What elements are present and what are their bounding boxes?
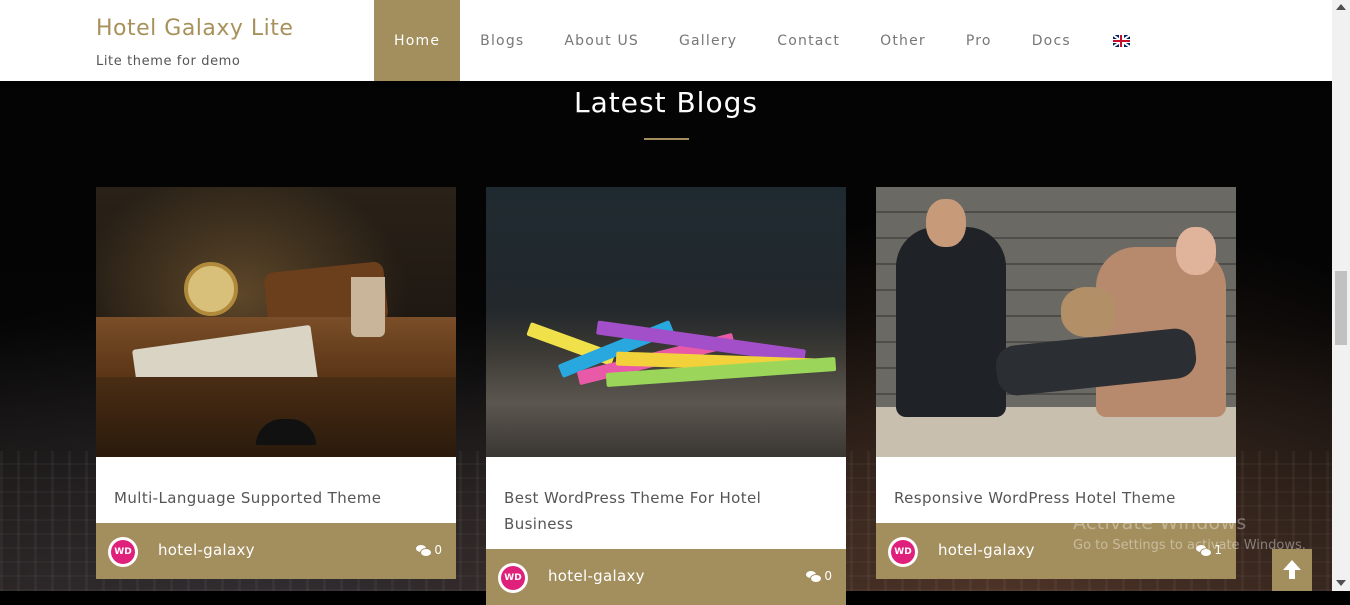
avatar[interactable]: WD [888, 537, 918, 567]
blog-author[interactable]: hotel-galaxy [158, 541, 255, 559]
section-title: Latest Blogs [574, 86, 758, 119]
arrow-up-icon [1282, 560, 1302, 580]
activation-watermark-subtitle: Go to Settings to activate Windows. [1073, 538, 1306, 553]
page-scrollbar[interactable] [1332, 0, 1350, 591]
back-to-top-button[interactable] [1272, 549, 1312, 591]
scroll-down-arrow-icon[interactable] [1336, 580, 1346, 586]
nav-item-pro[interactable]: Pro [946, 0, 1012, 81]
blog-title[interactable]: Multi-Language Supported Theme [114, 457, 438, 523]
activation-watermark-title: Activate Windows [1073, 512, 1247, 534]
avatar[interactable]: WD [498, 563, 528, 593]
site-header: Hotel Galaxy Lite Lite theme for demo Ho… [0, 0, 1332, 81]
avatar-text: WD [111, 540, 135, 564]
blog-card: Best WordPress Theme For Hotel Business … [486, 187, 846, 605]
comments-icon [416, 544, 433, 557]
avatar[interactable]: WD [108, 537, 138, 567]
nav-item-other[interactable]: Other [860, 0, 946, 81]
nav-item-blogs[interactable]: Blogs [460, 0, 544, 81]
nav-item-contact[interactable]: Contact [757, 0, 860, 81]
nav-item-about-us[interactable]: About US [544, 0, 659, 81]
nav-item-gallery[interactable]: Gallery [659, 0, 757, 81]
blog-image-pencils[interactable] [486, 187, 846, 457]
comment-count-value: 0 [434, 543, 442, 557]
site-title[interactable]: Hotel Galaxy Lite [96, 16, 293, 41]
nav-item-home[interactable]: Home [374, 0, 461, 81]
blog-meta: WD hotel-galaxy 0 [96, 523, 456, 579]
title-underline [644, 138, 689, 140]
scrollbar-thumb[interactable] [1335, 271, 1347, 345]
blog-card-body: Best WordPress Theme For Hotel Business [486, 457, 846, 549]
uk-flag-icon [1112, 34, 1130, 47]
comments-icon [806, 570, 823, 583]
nav-item-docs[interactable]: Docs [1012, 0, 1091, 81]
nav-item-language[interactable] [1091, 0, 1150, 81]
blog-title[interactable]: Best WordPress Theme For Hotel Business [504, 457, 828, 549]
blog-author[interactable]: hotel-galaxy [938, 541, 1035, 559]
comment-count[interactable]: 0 [416, 543, 442, 557]
scroll-up-arrow-icon[interactable] [1336, 4, 1346, 10]
comment-count[interactable]: 0 [806, 569, 832, 583]
comment-count-value: 0 [824, 569, 832, 583]
avatar-text: WD [891, 540, 915, 564]
blog-card: Multi-Language Supported Theme WD hotel-… [96, 187, 456, 579]
site-tagline: Lite theme for demo [96, 54, 241, 69]
blog-image-couple[interactable] [876, 187, 1236, 457]
blog-card-body: Multi-Language Supported Theme [96, 457, 456, 523]
avatar-text: WD [501, 566, 525, 590]
main-nav: Home Blogs About US Gallery Contact Othe… [374, 0, 1150, 81]
blog-image-desk[interactable] [96, 187, 456, 457]
blog-meta: WD hotel-galaxy 0 [486, 549, 846, 605]
blog-author[interactable]: hotel-galaxy [548, 567, 645, 585]
